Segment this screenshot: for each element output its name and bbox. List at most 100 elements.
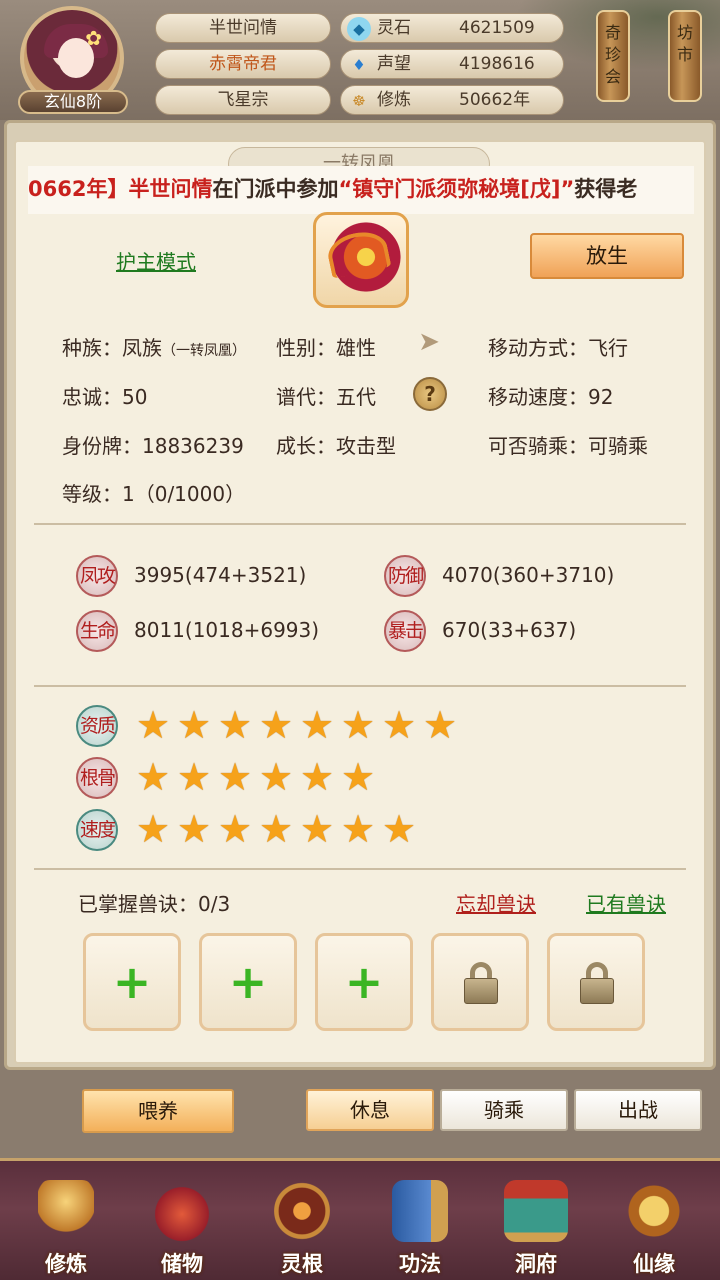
aptitude-badge: 资质 bbox=[76, 705, 118, 747]
feed-button[interactable]: 喂养 bbox=[82, 1089, 234, 1133]
treasure-auction-label: 奇珍会 bbox=[604, 23, 621, 86]
lineage-label: 谱代： bbox=[276, 385, 336, 409]
growth-attr: 成长：攻击型 bbox=[276, 430, 396, 459]
nav-label: 灵根 bbox=[281, 1252, 323, 1276]
star-icon: ★ bbox=[177, 703, 212, 747]
arrow-right-icon[interactable]: ➤ bbox=[412, 325, 446, 359]
lock-icon bbox=[464, 962, 498, 1006]
skill-slot-locked[interactable] bbox=[547, 933, 645, 1031]
move-speed-attr: 移动速度：92 bbox=[488, 381, 613, 410]
skills-mastered: 已掌握兽诀：0/3 bbox=[78, 892, 231, 916]
loyalty-attr: 忠诚：50 bbox=[62, 381, 147, 410]
star-icon: ★ bbox=[218, 703, 253, 747]
bone-badge: 根骨 bbox=[76, 757, 118, 799]
divider bbox=[34, 685, 686, 687]
nav-spirit-root[interactable]: 灵根 bbox=[252, 1170, 352, 1280]
ticker-player: 半世问情 bbox=[128, 177, 213, 201]
star-icon: ★ bbox=[300, 807, 335, 851]
skill-slot-add[interactable]: + bbox=[83, 933, 181, 1031]
star-icon: ★ bbox=[341, 807, 376, 851]
nav-label: 仙缘 bbox=[633, 1252, 675, 1276]
player-name: 半世问情 bbox=[155, 13, 331, 43]
nav-fate[interactable]: 仙缘 bbox=[604, 1170, 704, 1280]
divider bbox=[34, 523, 686, 525]
nav-cultivation[interactable]: 修炼 bbox=[16, 1170, 116, 1280]
star-icon: ★ bbox=[423, 703, 458, 747]
health-value: 8011(1018+6993) bbox=[134, 618, 320, 642]
move-type-value: 飞行 bbox=[588, 336, 628, 360]
star-icon: ★ bbox=[259, 703, 294, 747]
announcement-ticker: 0662年】半世问情在门派中参加“镇守门派须弥秘境[戊]”获得老 bbox=[28, 166, 694, 214]
rideable-value: 可骑乘 bbox=[588, 434, 648, 458]
prestige-crystal-icon: ♦ bbox=[352, 56, 366, 74]
technique-book-icon bbox=[392, 1180, 448, 1242]
guard-mode-link[interactable]: 护主模式 bbox=[116, 246, 196, 275]
nav-storage[interactable]: 储物 bbox=[132, 1170, 232, 1280]
prestige-value: 4198616 bbox=[459, 54, 535, 74]
spirit-stone-label: 灵石 bbox=[377, 18, 411, 38]
player-title: 赤霄帝君 bbox=[155, 49, 331, 79]
plus-icon: + bbox=[112, 955, 152, 1009]
star-icon: ★ bbox=[382, 703, 417, 747]
star-icon: ★ bbox=[300, 703, 335, 747]
ticker-date: 0662年】 bbox=[28, 177, 129, 201]
market-label: 坊市 bbox=[676, 23, 693, 64]
star-icon: ★ bbox=[218, 807, 253, 851]
rideable-attr: 可否骑乘：可骑乘 bbox=[488, 430, 648, 459]
level-attr: 等级：1（0/1000） bbox=[62, 478, 245, 507]
divider bbox=[34, 868, 686, 870]
prestige-stat: ♦ 声望 4198616 bbox=[340, 49, 564, 79]
rest-button[interactable]: 休息 bbox=[306, 1089, 434, 1131]
nav-label: 功法 bbox=[399, 1252, 441, 1276]
star-icon: ★ bbox=[136, 703, 171, 747]
star-icon: ★ bbox=[259, 807, 294, 851]
ticker-text: 在门派中参加 bbox=[212, 177, 339, 201]
nav-label: 修炼 bbox=[45, 1252, 87, 1276]
immortal-fate-icon bbox=[626, 1180, 682, 1242]
phoenix-pet-icon[interactable] bbox=[313, 212, 409, 308]
forget-skill-link[interactable]: 忘却兽诀 bbox=[456, 888, 536, 917]
spirit-stone-stat: ◆ 灵石 4621509 bbox=[340, 13, 564, 43]
lock-icon bbox=[580, 962, 614, 1006]
speed-stars: ★ ★ ★ ★ ★ ★ ★ bbox=[136, 810, 420, 850]
bone-stars: ★ ★ ★ ★ ★ ★ bbox=[136, 758, 379, 798]
defense-badge: 防御 bbox=[384, 555, 426, 597]
release-button[interactable]: 放生 bbox=[530, 233, 684, 279]
lineage-value: 五代 bbox=[336, 385, 376, 409]
treasure-auction-button[interactable]: 奇珍会 bbox=[596, 10, 630, 102]
star-icon: ★ bbox=[136, 755, 171, 799]
skill-slot-add[interactable]: + bbox=[199, 933, 297, 1031]
nav-technique[interactable]: 功法 bbox=[370, 1170, 470, 1280]
skill-slot-add[interactable]: + bbox=[315, 933, 413, 1031]
level-label: 等级： bbox=[62, 482, 122, 506]
ride-button[interactable]: 骑乘 bbox=[440, 1089, 568, 1131]
star-icon: ★ bbox=[300, 755, 335, 799]
nav-label: 储物 bbox=[161, 1252, 203, 1276]
skill-slot-locked[interactable] bbox=[431, 933, 529, 1031]
nav-cave[interactable]: 洞府 bbox=[486, 1170, 586, 1280]
help-icon[interactable]: ? bbox=[413, 377, 447, 411]
market-button[interactable]: 坊市 bbox=[668, 10, 702, 102]
loyalty-value: 50 bbox=[122, 385, 148, 409]
meditation-icon: ☸ bbox=[352, 92, 366, 110]
plus-icon: + bbox=[228, 955, 268, 1009]
owned-skills-link[interactable]: 已有兽诀 bbox=[586, 888, 666, 917]
loyalty-label: 忠诚： bbox=[62, 385, 122, 409]
move-speed-label: 移动速度： bbox=[488, 385, 588, 409]
rideable-label: 可否骑乘： bbox=[488, 434, 588, 458]
gender-attr: 性别：雄性 bbox=[276, 332, 376, 361]
growth-value: 攻击型 bbox=[336, 434, 396, 458]
move-type-label: 移动方式： bbox=[488, 336, 588, 360]
aptitude-stars: ★ ★ ★ ★ ★ ★ ★ ★ bbox=[136, 706, 461, 746]
star-icon: ★ bbox=[218, 755, 253, 799]
attack-badge: 凤攻 bbox=[76, 555, 118, 597]
nav-label: 洞府 bbox=[515, 1252, 557, 1276]
cultivation-stat: ☸ 修炼 50662年 bbox=[340, 85, 564, 115]
prestige-label: 声望 bbox=[377, 54, 411, 74]
spirit-root-icon bbox=[274, 1180, 330, 1242]
battle-button[interactable]: 出战 bbox=[574, 1089, 702, 1131]
move-type-attr: 移动方式：飞行 bbox=[488, 332, 628, 361]
storage-bag-icon bbox=[154, 1180, 210, 1242]
race-value: 凤族 bbox=[122, 336, 162, 360]
spirit-stone-icon: ◆ bbox=[347, 17, 371, 41]
